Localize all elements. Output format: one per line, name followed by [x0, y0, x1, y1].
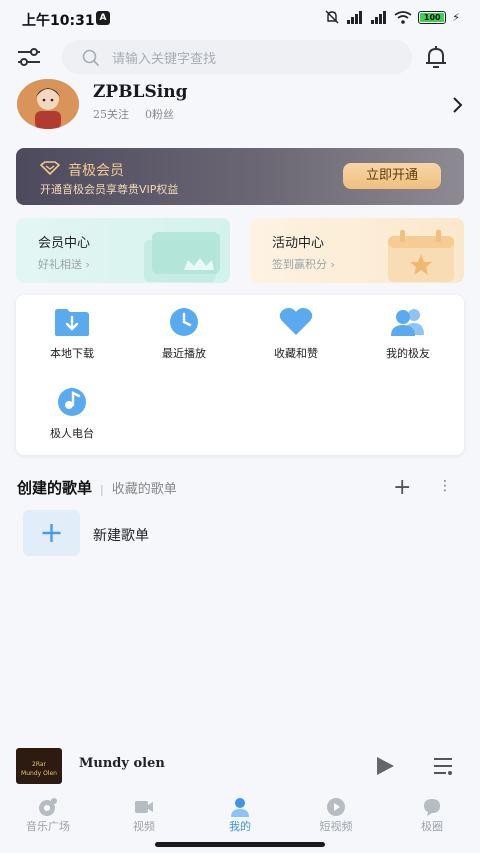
filter-settings-icon[interactable] — [14, 44, 44, 70]
cover-text-line2: Mundy Olen — [21, 770, 57, 777]
clock-icon — [170, 308, 198, 336]
grid-item-favorites[interactable]: 收藏和赞 — [240, 295, 352, 367]
nav-short-video[interactable]: 短视频 — [288, 794, 384, 838]
cover-text-line1: 2Rar — [32, 761, 46, 768]
grid-item-friends[interactable]: 我的极友 — [352, 295, 464, 367]
nav-circle[interactable]: 极圈 — [384, 794, 480, 838]
member-center-title: 会员中心 — [38, 236, 91, 251]
member-card-icon — [144, 232, 220, 282]
signal-icon — [347, 10, 363, 24]
friends-icon — [391, 309, 424, 336]
notification-badge: A — [96, 11, 110, 25]
user-icon — [231, 798, 249, 817]
username[interactable]: ZPBLSing — [93, 82, 188, 102]
tab-separator: | — [100, 483, 104, 496]
grid-item-label: 我的极友 — [386, 347, 430, 360]
activity-center-title: 活动中心 — [272, 236, 325, 251]
mute-bell-icon — [325, 10, 339, 24]
battery-icon: 100 — [418, 10, 447, 24]
nav-music-square[interactable]: 音乐广场 — [0, 794, 96, 838]
diamond-icon — [40, 161, 60, 175]
grid-item-local-download[interactable]: 本地下载 — [16, 295, 128, 367]
music-square-icon — [39, 798, 57, 816]
new-playlist-label[interactable]: 新建歌单 — [93, 525, 149, 545]
search-input[interactable]: 请输入关键字查找 — [112, 48, 216, 67]
nav-label: 视频 — [133, 820, 155, 833]
tab-created-playlists[interactable]: 创建的歌单 — [17, 477, 92, 498]
signal-icon-2 — [371, 10, 387, 24]
notification-bell-icon[interactable] — [422, 44, 450, 70]
player-song-title[interactable]: Mundy olen — [79, 756, 165, 771]
vip-banner[interactable]: 音极会员 开通音极会员享尊贵VIP权益 立即开通 — [16, 148, 464, 205]
grid-item-label: 本地下载 — [50, 347, 94, 360]
grid-item-recent-play[interactable]: 最近播放 — [128, 295, 240, 367]
member-center-subtitle: 好礼相送 › — [38, 258, 90, 271]
plus-icon — [42, 524, 61, 542]
status-icons: 100 ⚡ — [324, 10, 460, 24]
tab-collected-playlists[interactable]: 收藏的歌单 — [112, 478, 177, 497]
fans-count[interactable]: 0粉丝 — [145, 106, 174, 122]
nav-label: 我的 — [229, 820, 251, 833]
bottom-nav: 音乐广场 视频 我的 短视频 极圈 — [0, 794, 480, 838]
charging-icon: ⚡ — [452, 10, 460, 24]
home-indicator[interactable] — [155, 842, 325, 847]
search-icon — [82, 49, 100, 67]
status-bar: 上午10:31 A 100 ⚡ — [0, 0, 480, 36]
grid-item-label: 极人电台 — [50, 427, 94, 440]
playlist-tabs: 创建的歌单 | 收藏的歌单 — [17, 477, 177, 498]
add-playlist-icon[interactable]: + — [393, 477, 411, 499]
status-time: 上午10:31 — [22, 13, 95, 29]
more-options-icon[interactable]: ⋮ — [438, 478, 452, 494]
search-bar[interactable]: 请输入关键字查找 — [62, 40, 412, 74]
vip-open-button[interactable]: 立即开通 — [343, 163, 441, 189]
chevron-right-icon[interactable] — [452, 96, 464, 114]
vip-subtitle: 开通音极会员享尊贵VIP权益 — [40, 183, 179, 196]
playlist-queue-icon[interactable] — [432, 756, 454, 776]
short-video-icon — [327, 798, 345, 816]
video-camera-icon — [135, 801, 153, 813]
activity-center-subtitle: 签到赢积分 › — [272, 258, 335, 271]
wifi-icon — [394, 10, 412, 24]
grid-item-label: 收藏和赞 — [274, 347, 318, 360]
grid-item-label: 最近播放 — [162, 347, 206, 360]
new-playlist-button[interactable] — [23, 510, 80, 556]
nav-label: 极圈 — [421, 820, 443, 833]
download-folder-icon — [55, 309, 89, 336]
radio-icon — [58, 388, 86, 416]
member-center-card[interactable]: 会员中心 好礼相送 › — [16, 218, 230, 283]
following-count[interactable]: 25关注 — [93, 106, 129, 122]
avatar-image — [17, 79, 79, 129]
grid-item-radio[interactable]: 极人电台 — [16, 375, 128, 447]
nav-label: 短视频 — [319, 820, 353, 833]
nav-video[interactable]: 视频 — [96, 794, 192, 838]
nav-mine[interactable]: 我的 — [192, 794, 288, 838]
play-icon[interactable] — [374, 756, 396, 776]
avatar[interactable] — [17, 79, 79, 129]
heart-icon — [279, 308, 313, 335]
album-cover[interactable]: 2Rar Mundy Olen — [16, 748, 62, 784]
function-grid: 本地下载 最近播放 收藏和赞 我的极友 极人电台 — [16, 295, 464, 455]
follow-stats: 25关注 0粉丝 — [93, 106, 174, 122]
calendar-icon — [388, 230, 454, 282]
vip-title: 音极会员 — [68, 163, 124, 179]
activity-center-card[interactable]: 活动中心 签到赢积分 › — [250, 218, 464, 283]
circle-icon — [424, 799, 440, 816]
nav-label: 音乐广场 — [26, 820, 70, 833]
